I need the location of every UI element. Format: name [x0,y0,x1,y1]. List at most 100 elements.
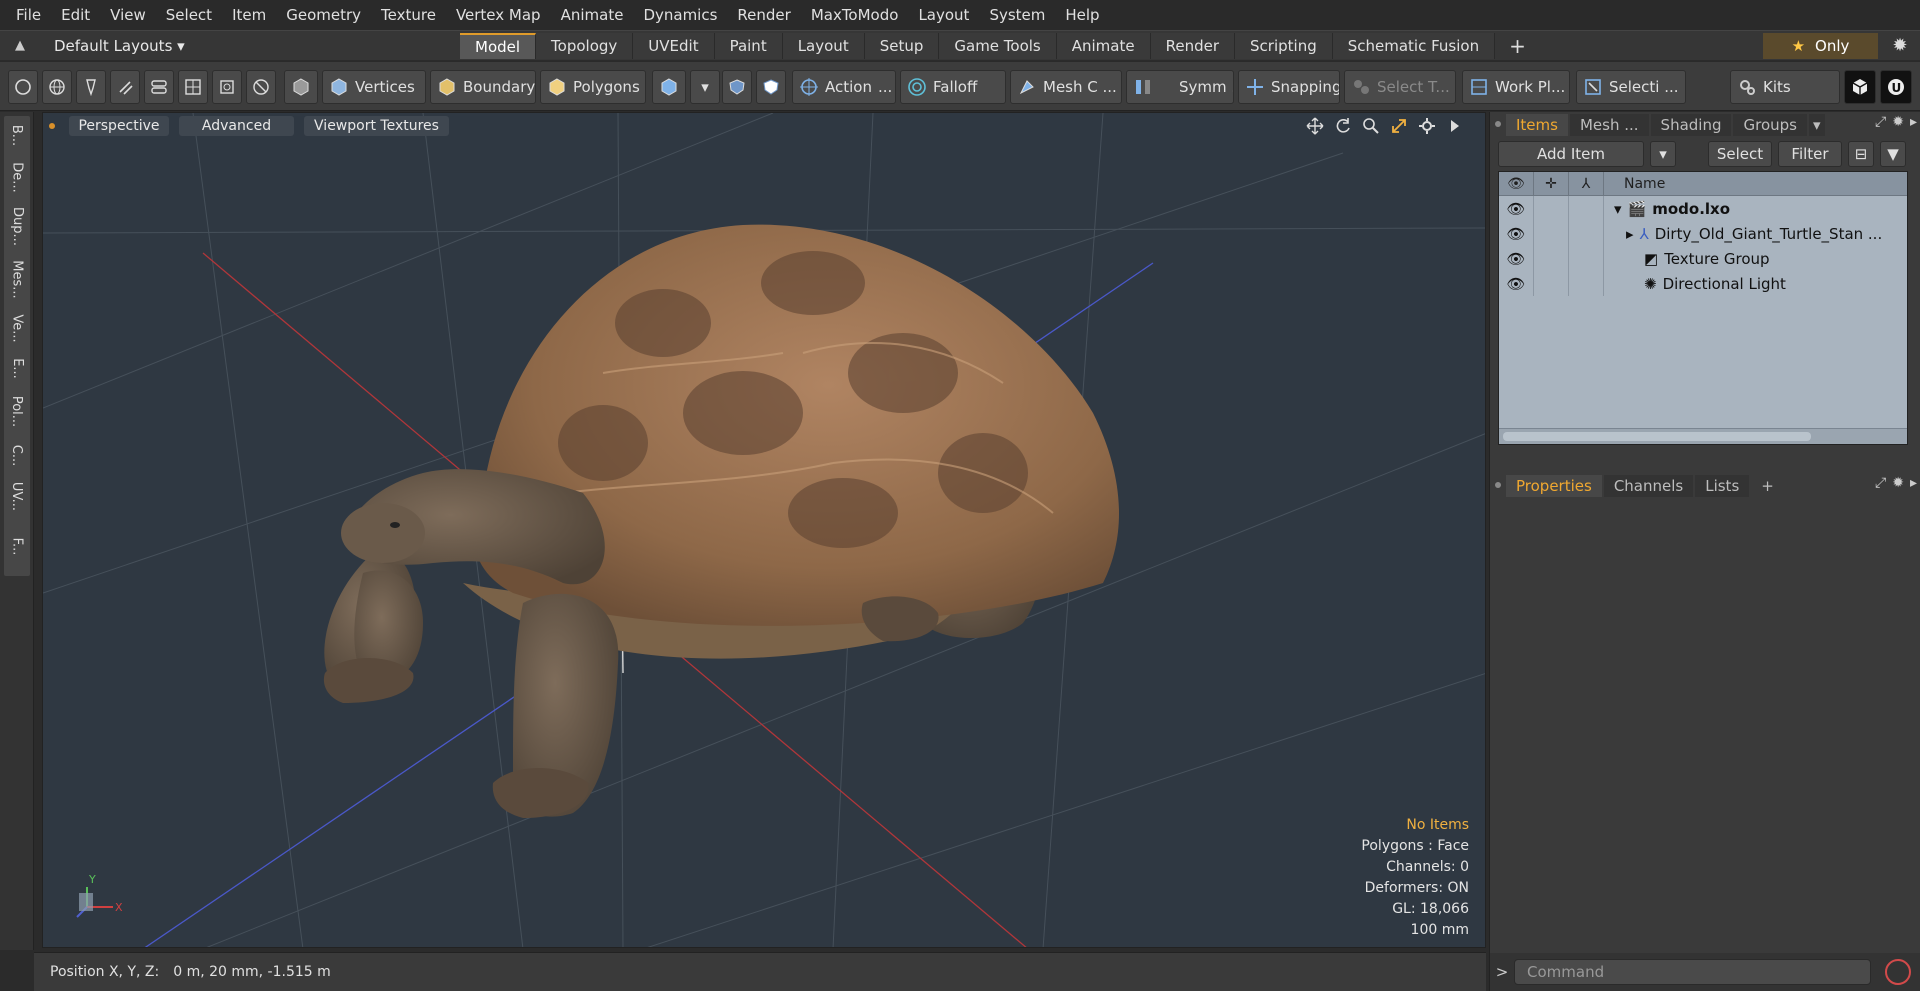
tab-properties[interactable]: Properties [1506,475,1602,497]
layout-dropdown[interactable]: Default Layouts ▾ [40,37,460,55]
record-icon[interactable] [1885,959,1911,985]
scrollbar-thumb[interactable] [1503,432,1811,441]
vtab-duplicate[interactable]: Dup... [4,202,30,250]
tab-uvedit[interactable]: UVEdit [633,32,715,59]
mode-dropdown[interactable]: ▾ [690,70,720,104]
menu-render[interactable]: Render [727,0,800,30]
panel-menu-dot[interactable] [1490,473,1506,497]
grid-button[interactable] [178,70,208,104]
panel-arrow-icon[interactable]: ▸ [1910,114,1917,130]
add-item-dropdown[interactable]: ▾ [1650,141,1676,167]
item-mode-button[interactable] [284,70,318,104]
tab-schematic-fusion[interactable]: Schematic Fusion [1332,32,1496,59]
eye-icon[interactable]: 👁 [1499,246,1534,271]
vtab-deform[interactable]: De... [4,156,30,198]
command-input[interactable]: Command [1514,959,1871,985]
vtab-edge[interactable]: E... [4,352,30,384]
rotate-view-icon[interactable] [1333,116,1353,136]
menu-animate[interactable]: Animate [551,0,634,30]
tab-animate[interactable]: Animate [1056,32,1151,59]
tab-game-tools[interactable]: Game Tools [939,32,1057,59]
loop-button[interactable] [144,70,174,104]
add-panel-tab-button[interactable]: + [1751,475,1784,497]
viewport-gear-icon[interactable] [1417,116,1437,136]
select-through-button[interactable]: Select T... [1344,70,1456,104]
menu-select[interactable]: Select [156,0,222,30]
tab-channels[interactable]: Channels [1603,475,1694,497]
eye-icon[interactable]: 👁 [1499,196,1534,221]
menu-system[interactable]: System [979,0,1055,30]
expand-arrow-icon[interactable]: ▾ [1614,200,1622,218]
menu-dynamics[interactable]: Dynamics [633,0,727,30]
menu-help[interactable]: Help [1055,0,1109,30]
lock-column-icon[interactable]: ✛ [1534,172,1569,196]
tab-paint[interactable]: Paint [714,32,783,59]
tree-row[interactable]: 👁 ▸ ⅄ Dirty_Old_Giant_Turtle_Stan ... [1499,221,1907,246]
expand-icon[interactable]: ⤢ [1875,475,1886,491]
add-item-button[interactable]: Add Item [1498,141,1644,167]
symmetry-button[interactable]: Symm ... [1126,70,1234,104]
expand-icon[interactable]: ⤢ [1875,114,1886,130]
symmetry-shield-button[interactable] [722,70,752,104]
panel-menu-dot[interactable] [1490,112,1506,136]
polygons-button[interactable]: Polygons [540,70,646,104]
symmetry-shield-2-button[interactable] [756,70,786,104]
vertices-button[interactable]: Vertices [322,70,426,104]
tab-layout[interactable]: Layout [782,32,865,59]
expand-arrow-icon[interactable]: ▸ [1626,225,1634,243]
work-plane-button[interactable]: Work Pl... [1462,70,1570,104]
tab-scripting[interactable]: Scripting [1235,32,1333,59]
only-button[interactable]: ★ Only [1763,33,1878,59]
menu-layout[interactable]: Layout [908,0,979,30]
visibility-column-icon[interactable]: 👁 [1499,172,1534,196]
eye-icon[interactable]: 👁 [1499,221,1534,246]
menu-vertex-map[interactable]: Vertex Map [446,0,551,30]
gear-icon[interactable]: ✹ [1888,35,1912,57]
no-select-button[interactable] [246,70,276,104]
tree-row[interactable]: 👁 ◩ Texture Group [1499,246,1907,271]
tab-setup[interactable]: Setup [864,32,940,59]
kits-button[interactable]: Kits [1730,70,1840,104]
snapping-button[interactable]: Snapping [1238,70,1340,104]
axis-column-icon[interactable]: ⅄ [1569,172,1604,196]
move-view-icon[interactable] [1305,116,1325,136]
perspective-button[interactable]: Perspective [69,116,169,136]
vtab-fusion[interactable]: F... [4,520,30,572]
zoom-view-icon[interactable] [1361,116,1381,136]
vtab-polygon[interactable]: Pol... [4,388,30,434]
menu-geometry[interactable]: Geometry [276,0,371,30]
viewport-expand-icon[interactable] [1445,116,1465,136]
3d-viewport[interactable]: Perspective Advanced Viewport Textures Y… [42,112,1486,948]
unity-button[interactable] [1844,70,1876,104]
menu-texture[interactable]: Texture [371,0,446,30]
collapse-arrow-icon[interactable]: ▲ [0,38,40,53]
vtab-curve[interactable]: C... [4,438,30,472]
viewport-textures-button[interactable]: Viewport Textures [304,116,449,136]
frame-button[interactable] [212,70,242,104]
vtab-mesh-edit[interactable]: Mes... [4,254,30,304]
command-history-arrow[interactable]: > [1490,963,1514,981]
add-tab-button[interactable]: + [1495,33,1540,59]
select-button[interactable]: Select [1708,141,1772,167]
tree-row[interactable]: 👁 ✺ Directional Light [1499,271,1907,296]
tab-model[interactable]: Model [460,32,537,59]
tab-groups[interactable]: Groups [1733,114,1807,136]
maximize-view-icon[interactable] [1389,116,1409,136]
pen-tool-button[interactable] [76,70,106,104]
vtab-uv[interactable]: UV... [4,476,30,516]
tab-render[interactable]: Render [1150,32,1236,59]
vtab-basic[interactable]: B... [4,118,30,152]
menu-file[interactable]: File [6,0,51,30]
tab-topology[interactable]: Topology [536,32,634,59]
circle-select-button[interactable] [8,70,38,104]
tab-mesh-ops[interactable]: Mesh ... [1569,114,1649,136]
tab-shading[interactable]: Shading [1650,114,1732,136]
unreal-button[interactable]: U [1880,70,1912,104]
sphere-select-button[interactable] [42,70,72,104]
material-mode-button[interactable] [652,70,686,104]
menu-item[interactable]: Item [222,0,276,30]
name-column-header[interactable]: Name [1604,176,1665,192]
menu-view[interactable]: View [100,0,156,30]
menu-edit[interactable]: Edit [51,0,100,30]
tree-row[interactable]: 👁 ▾ 🎬 modo.lxo [1499,196,1907,221]
